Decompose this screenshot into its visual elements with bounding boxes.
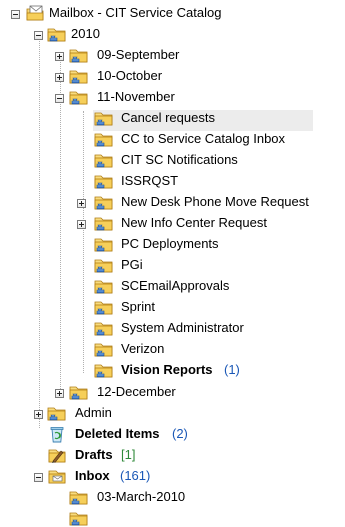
tree-item-2010[interactable]: 2010 (71, 26, 100, 41)
draft-count-badge: [1] (121, 447, 136, 462)
tree-item-december[interactable]: 12-December (97, 384, 176, 399)
folder-icon (94, 151, 114, 169)
tree-item-admin[interactable]: Admin (75, 405, 112, 420)
tree-item-cc-service-catalog-inbox[interactable]: CC to Service Catalog Inbox (121, 131, 285, 146)
tree-item-cit-sc-notifications[interactable]: CIT SC Notifications (121, 152, 238, 167)
folder-icon (94, 361, 114, 379)
expand-toggle-december[interactable] (55, 389, 64, 398)
tree-item-september[interactable]: 09-September (97, 47, 179, 62)
tree-item-deleted-items[interactable]: Deleted Items (75, 426, 160, 441)
folder-icon (94, 340, 114, 358)
folder-icon (69, 88, 89, 106)
tree-item-mailbox[interactable]: Mailbox - CIT Service Catalog (49, 5, 221, 20)
tree-item-pgi[interactable]: PGi (121, 257, 143, 272)
unread-count-badge: (161) (120, 468, 151, 483)
tree-item-pc-deployments[interactable]: PC Deployments (121, 236, 219, 251)
drafts-icon (47, 446, 67, 464)
expand-toggle-admin[interactable] (34, 410, 43, 419)
tree-item-vision-reports[interactable]: Vision Reports (121, 362, 213, 377)
folder-icon (94, 319, 114, 337)
folder-icon (47, 404, 67, 422)
expand-toggle-september[interactable] (55, 52, 64, 61)
tree-item-drafts[interactable]: Drafts (75, 447, 113, 462)
tree-item-cancel-requests[interactable]: Cancel requests (121, 110, 215, 125)
folder-icon (94, 298, 114, 316)
tree-item-inbox[interactable]: Inbox (75, 468, 110, 483)
folder-icon (94, 172, 114, 190)
folder-icon (94, 277, 114, 295)
folder-icon (69, 488, 89, 506)
tree-item-new-info-center-request[interactable]: New Info Center Request (121, 215, 267, 230)
tree-item-scemailapprovals[interactable]: SCEmailApprovals (121, 278, 229, 293)
folder-icon (94, 235, 114, 253)
expand-toggle-info-center[interactable] (77, 220, 86, 229)
tree-item-verizon[interactable]: Verizon (121, 341, 164, 356)
collapse-toggle-mailbox[interactable] (11, 10, 20, 19)
folder-icon (47, 25, 67, 43)
folder-icon (94, 109, 114, 127)
folder-icon (94, 193, 114, 211)
inbox-icon (47, 467, 67, 485)
tree-item-new-desk-phone-move-request[interactable]: New Desk Phone Move Request (121, 194, 309, 209)
folder-icon (94, 256, 114, 274)
recycle-bin-icon (47, 425, 67, 443)
folder-icon (69, 67, 89, 85)
tree-item-system-administrator[interactable]: System Administrator (121, 320, 244, 335)
mailbox-icon (25, 4, 45, 22)
collapse-toggle-november[interactable] (55, 94, 64, 103)
tree-guide-line (39, 36, 41, 428)
unread-count-badge: (2) (172, 426, 188, 441)
folder-tree: Mailbox - CIT Service Catalog 2010 09-Se… (0, 0, 345, 514)
tree-item-november[interactable]: 11-November (97, 89, 175, 104)
collapse-toggle-2010[interactable] (34, 31, 43, 40)
folder-icon (69, 46, 89, 64)
tree-item-sprint[interactable]: Sprint (121, 299, 155, 314)
expand-toggle-october[interactable] (55, 73, 64, 82)
unread-count-badge: (1) (224, 362, 240, 377)
folder-icon (94, 130, 114, 148)
tree-item-march-2010[interactable]: 03-March-2010 (97, 489, 185, 504)
tree-item-issrqst[interactable]: ISSRQST (121, 173, 178, 188)
tree-guide-line (60, 57, 62, 397)
tree-guide-line (83, 111, 85, 373)
folder-icon (69, 383, 89, 401)
folder-icon (69, 509, 89, 527)
collapse-toggle-inbox[interactable] (34, 473, 43, 482)
tree-item-october[interactable]: 10-October (97, 68, 162, 83)
folder-icon (94, 214, 114, 232)
expand-toggle-desk-phone[interactable] (77, 199, 86, 208)
